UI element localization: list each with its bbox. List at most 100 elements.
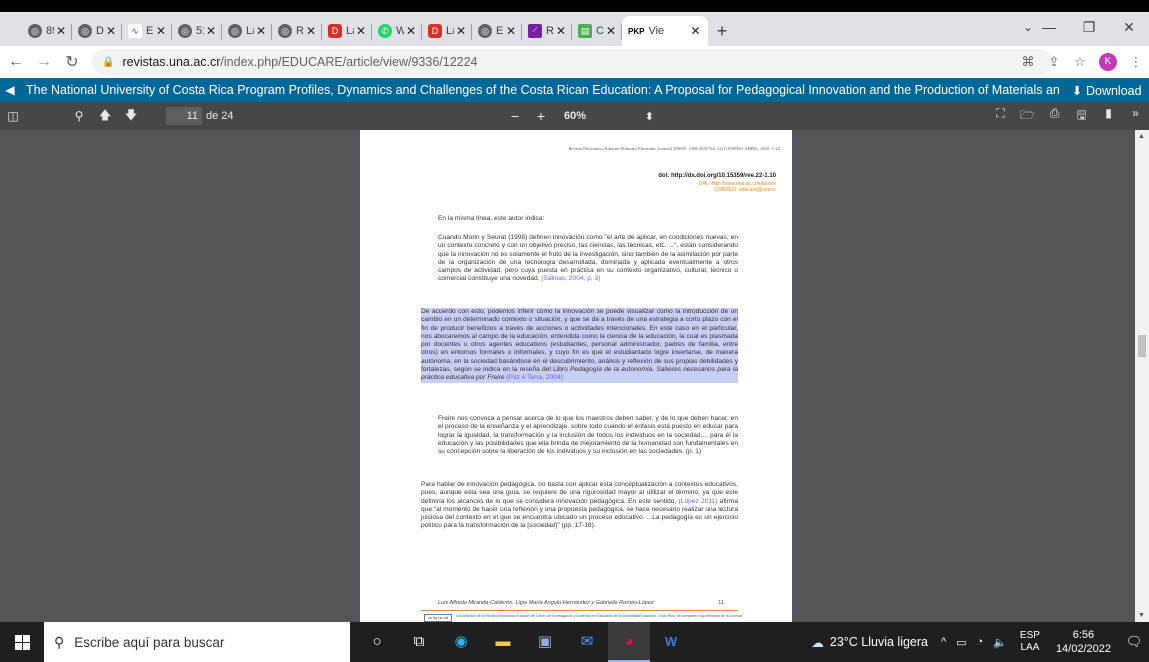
taskbar-search[interactable]: ⚲ Escribe aquí para buscar [44,622,350,662]
divider [421,610,738,611]
tab-active[interactable]: PKP Vie ✕ [622,16,708,46]
close-icon[interactable]: ✕ [356,24,366,38]
presentation-icon[interactable]: ⛶ [987,106,1014,127]
open-file-icon[interactable]: 🗁 [1014,106,1041,127]
windows-icon [14,634,30,650]
start-button[interactable] [0,634,44,650]
zoom-select[interactable]: 60% ⬍ [564,110,654,123]
translate-icon[interactable]: ⌘ [1015,54,1041,70]
tab-item[interactable]: ◎ La e✕ [222,16,272,46]
network-icon[interactable]: ◔ [977,636,984,648]
sidebar-toggle-icon[interactable]: ◫ [0,109,26,123]
file-explorer-icon[interactable]: ▬ [482,622,524,662]
close-icon[interactable]: ✕ [506,24,516,38]
close-icon[interactable]: ✕ [406,24,416,38]
save-icon[interactable]: 🖫 [1068,106,1095,127]
close-icon[interactable]: ✕ [256,24,266,38]
word-icon[interactable]: W [650,622,692,662]
tab-strip: ◎894✕◎Des✕∿El tr✕◎511✕◎La e✕◎Red✕DLa e✕✆… [0,12,1149,46]
tab-label: 511 [196,25,204,37]
download-button[interactable]: ⬇ Download [1072,83,1142,98]
lock-icon[interactable]: 🔒 [102,57,114,68]
article-title[interactable]: The National University of Costa Rica Pr… [20,83,1060,97]
task-view-icon[interactable]: ⧉ [398,622,440,662]
new-tab-button[interactable]: + [708,16,736,46]
restore-button[interactable]: ❐ [1069,12,1109,46]
avatar[interactable]: K [1099,53,1117,71]
bookmark-star-icon[interactable]: ☆ [1067,54,1093,70]
pdf-viewer[interactable]: Revista Electrónica Educare (Educare Ele… [0,130,1149,622]
paragraph: En la misma línea, este autor indica: [438,215,545,222]
tab-item[interactable]: D La e✕ [422,16,472,46]
tab-label: La e [246,25,254,37]
tab-item[interactable]: D La e✕ [322,16,372,46]
chrome-icon[interactable]: ◕ [608,622,650,662]
tab-label: Red [296,25,304,37]
page-number-input[interactable]: 11 [166,107,202,125]
selected-paragraph[interactable]: De acuerdo con esto, podemos inferir cóm… [421,308,738,383]
close-icon[interactable]: ✕ [106,24,116,38]
previous-page-icon[interactable]: 🡅 [92,106,118,127]
scroll-thumb[interactable] [1138,335,1146,357]
tab-item[interactable]: ◎ Red✕ [272,16,322,46]
tab-item[interactable]: ∿ El tr✕ [122,16,172,46]
store-icon[interactable]: ▣ [524,622,566,662]
tab-item[interactable]: ⟋ Rev✕ [522,16,572,46]
search-icon[interactable]: ⚲ [66,109,92,123]
tab-item[interactable]: ◎ Ens✕ [472,16,522,46]
address-input[interactable]: 🔒 revistas.una.ac.cr/index.php/EDUCARE/a… [92,49,1052,75]
close-icon[interactable]: ✕ [456,24,466,38]
tab-item[interactable]: ◎ Des✕ [72,16,122,46]
close-window-button[interactable]: ✕ [1109,12,1149,46]
chevron-up-icon[interactable]: ^ [941,636,946,648]
close-icon[interactable]: ✕ [690,24,700,38]
language-indicator[interactable]: ESP LAA [1020,630,1040,654]
bookmark-icon[interactable]: ▮ [1095,106,1122,127]
close-icon[interactable]: ✕ [206,24,216,38]
close-icon[interactable]: ✕ [556,24,566,38]
pdf-toolbar: ◫ ⚲ 🡅 🡇 11 de 24 − + 60% ⬍ ⛶ 🗁 ⎙ 🖫 ▮ » [0,102,1149,130]
close-icon[interactable]: ✕ [606,24,616,38]
minimize-button[interactable]: — [1029,12,1069,46]
reload-button[interactable]: ↻ [60,52,84,72]
close-icon[interactable]: ✕ [56,24,66,38]
citation-link[interactable]: (Paz e Terra, 2004): [506,374,564,381]
menu-icon[interactable]: ⋮ [1123,54,1149,70]
edge-icon[interactable]: ◉ [440,622,482,662]
scrollbar[interactable]: ▲ ▼ [1135,130,1149,622]
scroll-down-icon[interactable]: ▼ [1138,612,1145,619]
volume-icon[interactable]: 🔈 [993,636,1007,649]
block-quote: Cuando Morin y Seurat (1998) definen inn… [438,234,738,284]
pdf-page: Revista Electrónica Educare (Educare Ele… [360,130,792,622]
cortana-icon[interactable]: ○ [356,622,398,662]
citation-link[interactable]: (López 2011) [679,498,718,505]
citation-link[interactable]: (Salinas, 2004, p. 3) [541,275,600,282]
mail-icon[interactable]: ✉ [566,622,608,662]
zoom-out-button[interactable]: − [502,108,528,124]
layout-code: LAA [1020,642,1040,653]
back-arrow-icon[interactable]: ◀ [0,83,20,97]
weather-text[interactable]: 23°C Lluvia ligera [830,635,928,649]
forward-button[interactable]: → [32,53,56,71]
scroll-up-icon[interactable]: ▲ [1138,133,1145,140]
back-button[interactable]: ← [4,53,28,71]
close-icon[interactable]: ✕ [306,24,316,38]
page-footer: Luis Alfredo Miranda-Calderón, Ligia Mar… [438,600,738,606]
print-icon[interactable]: ⎙ [1041,106,1068,127]
close-icon[interactable]: ✕ [156,24,166,38]
tab-item[interactable]: ✆ Wh✕ [372,16,422,46]
tab-item[interactable]: ◎ 894✕ [22,16,72,46]
tab-label: La e [446,25,454,37]
notification-icon[interactable]: 🗨 [1119,634,1149,650]
tab-item[interactable]: ▤ Cor✕ [572,16,622,46]
next-page-icon[interactable]: 🡇 [118,106,144,127]
battery-icon[interactable]: ▭ [956,636,966,649]
tab-item[interactable]: ◎ 511✕ [172,16,222,46]
time: 6:56 [1072,629,1095,641]
more-tools-icon[interactable]: » [1122,106,1149,127]
zoom-in-button[interactable]: + [528,108,554,124]
doc-icon: ▤ [578,24,592,38]
clock[interactable]: 6:56 14/02/2022 [1056,628,1111,656]
search-placeholder: Escribe aquí para buscar [74,634,225,650]
share-icon[interactable]: ⇪ [1041,54,1067,70]
